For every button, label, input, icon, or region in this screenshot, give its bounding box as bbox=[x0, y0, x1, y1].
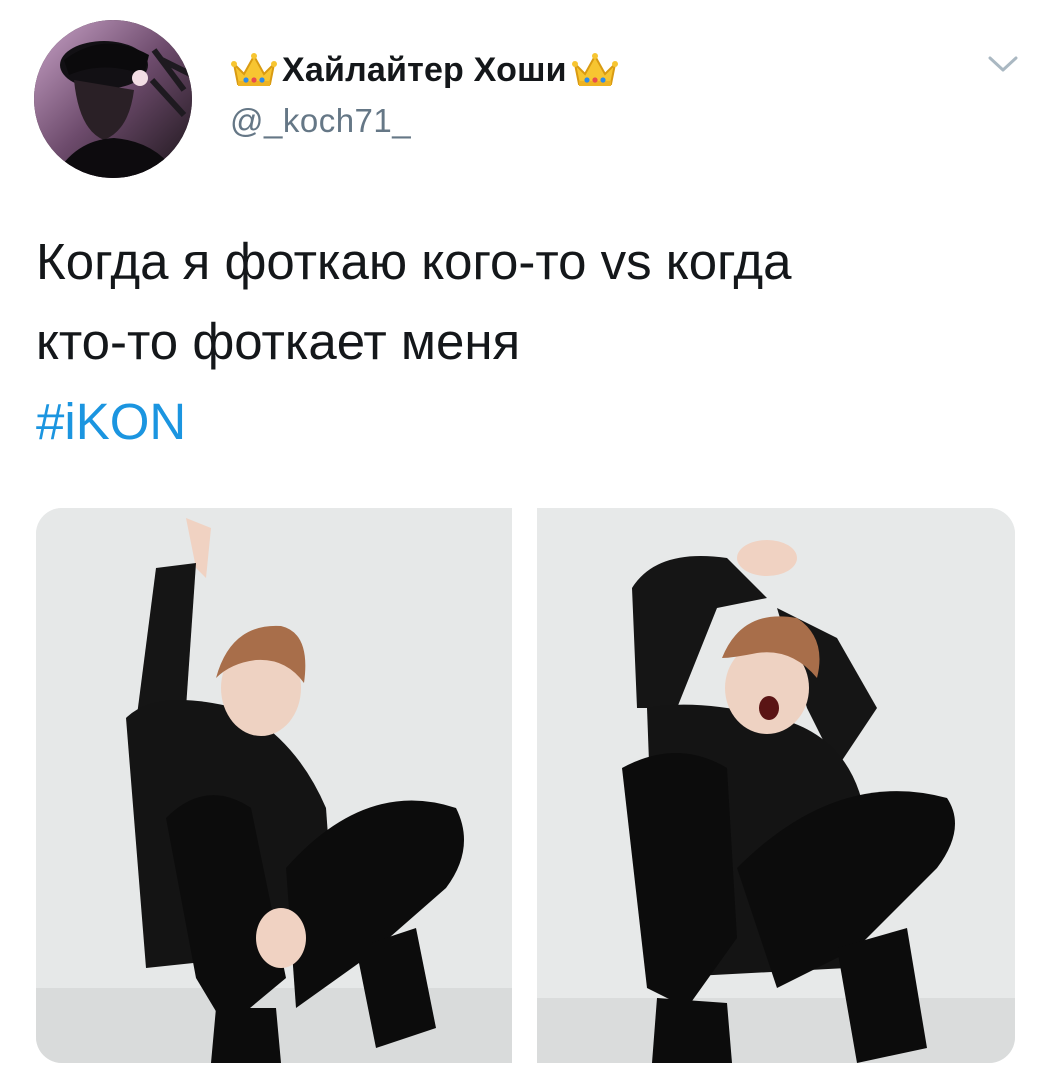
tweet-text-line: кто-то фоткает меня bbox=[36, 313, 521, 370]
tweet-text-line: Когда я фоткаю кого-то vs когда bbox=[36, 233, 792, 290]
media-image-left[interactable] bbox=[36, 508, 512, 1063]
media-image-right[interactable] bbox=[537, 508, 1015, 1063]
display-name[interactable]: Хайлайтер Хоши bbox=[282, 51, 567, 90]
photo-pose-sitting-screaming bbox=[537, 508, 1015, 1063]
user-block: Хайлайтер Хоши @_koch71_ bbox=[230, 48, 619, 140]
tweet-card: Хайлайтер Хоши @_koch71_ Когда я фоткаю … bbox=[0, 0, 1048, 1080]
crown-icon bbox=[230, 50, 278, 90]
chevron-down-icon[interactable] bbox=[986, 52, 1020, 76]
photo-pose-sitting-calm bbox=[36, 508, 512, 1063]
crown-icon bbox=[571, 50, 619, 90]
user-handle[interactable]: @_koch71_ bbox=[230, 102, 619, 140]
hashtag-link[interactable]: #iKON bbox=[36, 382, 1026, 462]
avatar-image bbox=[34, 20, 192, 178]
avatar[interactable] bbox=[34, 20, 192, 178]
display-name-row[interactable]: Хайлайтер Хоши bbox=[230, 48, 619, 92]
tweet-text: Когда я фоткаю кого-то vs когда кто-то ф… bbox=[36, 222, 1026, 462]
